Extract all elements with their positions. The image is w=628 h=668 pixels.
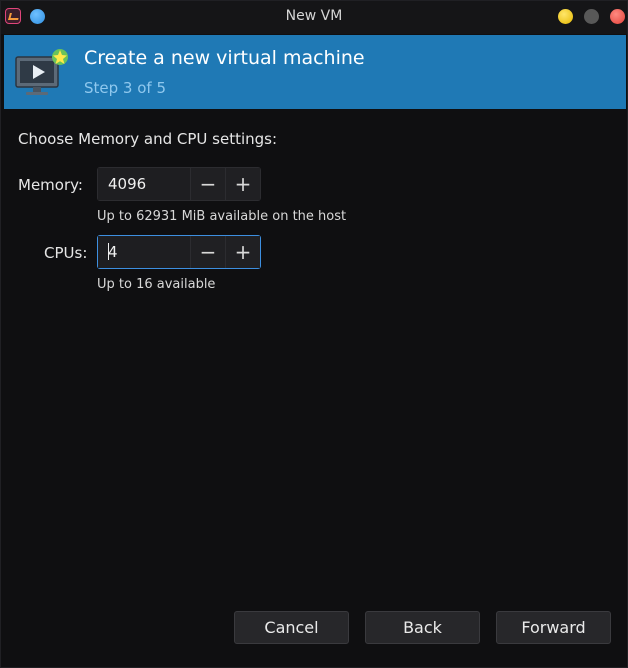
memory-increment-button[interactable]: + bbox=[225, 168, 260, 200]
wizard-header: Create a new virtual machine Step 3 of 5 bbox=[4, 35, 626, 109]
back-button[interactable]: Back bbox=[365, 611, 480, 644]
memory-hint: Up to 62931 MiB available on the host bbox=[97, 209, 347, 224]
monitor-play-icon bbox=[15, 49, 68, 95]
cpus-input[interactable]: 4 bbox=[98, 236, 190, 268]
memory-input[interactable]: 4096 bbox=[98, 168, 190, 200]
cpus-hint: Up to 16 available bbox=[97, 277, 216, 292]
cpus-label: CPUs: bbox=[44, 244, 88, 262]
cpus-decrement-button[interactable]: − bbox=[190, 236, 225, 268]
title-bar: New VM bbox=[1, 1, 627, 34]
wizard-step: Step 3 of 5 bbox=[84, 79, 167, 97]
cpus-increment-button[interactable]: + bbox=[225, 236, 260, 268]
cpus-spinbox[interactable]: 4 − + bbox=[97, 235, 261, 269]
memory-label: Memory: bbox=[18, 176, 83, 194]
section-heading: Choose Memory and CPU settings: bbox=[18, 130, 278, 148]
maximize-button[interactable] bbox=[584, 9, 599, 24]
cancel-button[interactable]: Cancel bbox=[234, 611, 349, 644]
window-title: New VM bbox=[285, 8, 343, 24]
new-vm-window: New VM Create a new virtual machine Step… bbox=[0, 0, 628, 668]
memory-spinbox[interactable]: 4096 − + bbox=[97, 167, 261, 201]
close-button[interactable] bbox=[610, 9, 625, 24]
memory-decrement-button[interactable]: − bbox=[190, 168, 225, 200]
forward-button[interactable]: Forward bbox=[496, 611, 611, 644]
cpus-value: 4 bbox=[108, 243, 118, 261]
wizard-title: Create a new virtual machine bbox=[84, 47, 365, 69]
minimize-button[interactable] bbox=[558, 9, 573, 24]
